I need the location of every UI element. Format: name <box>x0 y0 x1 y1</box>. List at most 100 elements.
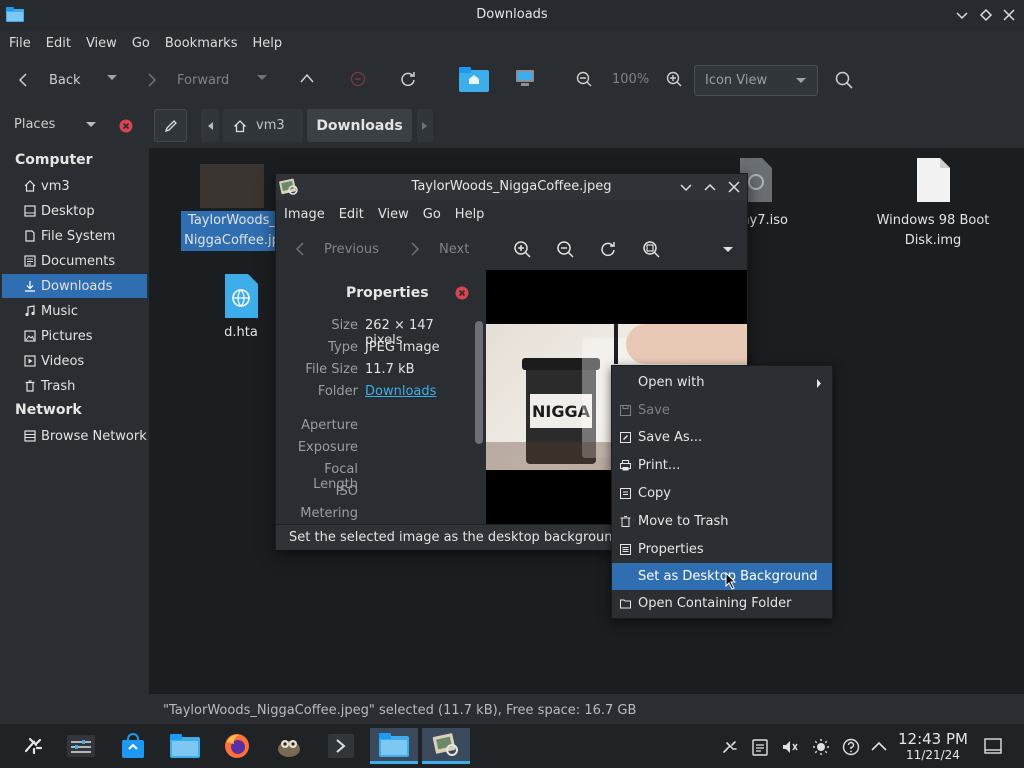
menu-item-copy[interactable]: Copy <box>612 480 832 507</box>
close-sidebar-button[interactable] <box>119 119 133 133</box>
menu-item-save[interactable]: Save <box>612 397 832 424</box>
sidebar-item-browse-network[interactable]: Browse Network <box>2 424 147 448</box>
places-label: Places <box>14 117 56 132</box>
discover-store-button[interactable] <box>112 728 154 764</box>
image-thumbnail <box>200 164 264 208</box>
places-sidebar: Computer vm3 Desktop File System Documen… <box>0 148 149 694</box>
viewer-menu-view[interactable]: View <box>378 207 409 222</box>
clock[interactable]: 12:43 PM 11/21/24 <box>896 730 970 763</box>
sidebar-item-videos[interactable]: Videos <box>2 349 147 373</box>
file-label-line: Disk.img <box>904 233 962 248</box>
app-launcher-button[interactable] <box>13 728 55 764</box>
previous-button[interactable]: Previous <box>294 241 379 257</box>
sidebar-item-pictures[interactable]: Pictures <box>2 324 147 348</box>
tray-network-icon[interactable] <box>721 738 739 756</box>
viewer-rotate-button[interactable] <box>599 240 617 258</box>
menu-item-open-containing-folder[interactable]: Open Containing Folder <box>612 590 832 617</box>
menu-view[interactable]: View <box>86 36 117 51</box>
menu-item-properties[interactable]: Properties <box>612 536 832 563</box>
forward-history-button[interactable] <box>256 74 268 82</box>
file-item-jpeg[interactable]: TaylorWoods_ NiggaCoffee.jp <box>177 164 287 251</box>
gimp-button[interactable] <box>268 728 310 764</box>
viewer-minimize-button[interactable] <box>679 180 693 194</box>
edit-path-button[interactable] <box>154 109 187 142</box>
prop-key: File Size <box>305 362 358 377</box>
zoom-out-button[interactable] <box>576 71 592 87</box>
file-manager-button[interactable] <box>164 728 206 764</box>
viewer-maximize-button[interactable] <box>703 180 717 194</box>
tray-help-icon[interactable] <box>842 738 860 756</box>
menu-item-label: Print... <box>638 458 681 473</box>
viewer-fit-button[interactable] <box>642 240 660 258</box>
next-button[interactable]: Next <box>409 241 469 257</box>
task-image-viewer-window[interactable] <box>422 728 470 764</box>
sidebar-item-documents[interactable]: Documents <box>2 249 147 273</box>
path-scroll-left[interactable] <box>201 109 219 142</box>
task-downloads-window[interactable] <box>370 728 418 764</box>
stop-button[interactable] <box>350 71 366 87</box>
close-button[interactable] <box>1002 8 1016 22</box>
places-selector[interactable]: Places <box>14 117 97 132</box>
viewer-menu-edit[interactable]: Edit <box>339 207 364 222</box>
sidebar-item-music[interactable]: Music <box>2 299 147 323</box>
sidebar-item-label: Pictures <box>41 328 93 344</box>
menu-item-open-with[interactable]: Open with <box>612 369 832 396</box>
viewer-menu-image[interactable]: Image <box>284 207 325 222</box>
prop-value-folder-link[interactable]: Downloads <box>365 384 436 399</box>
tray-brightness-icon[interactable] <box>812 738 830 756</box>
forward-button[interactable]: Forward <box>145 68 229 92</box>
viewer-more-button[interactable] <box>722 246 734 254</box>
reload-button[interactable] <box>399 70 417 88</box>
tray-volume-muted-icon[interactable] <box>781 738 799 756</box>
properties-title: Properties <box>346 285 429 301</box>
maximize-button[interactable] <box>979 8 993 22</box>
view-mode-select[interactable]: Icon View <box>694 65 818 96</box>
back-button[interactable]: Back <box>16 68 81 92</box>
file-item-img[interactable]: Windows 98 Boot Disk.img <box>873 158 993 252</box>
viewer-menu-help[interactable]: Help <box>455 207 485 222</box>
prop-key: Folder <box>317 384 358 399</box>
chevron-right-icon <box>148 73 157 87</box>
menu-edit[interactable]: Edit <box>46 36 71 51</box>
menu-item-print[interactable]: Print... <box>612 452 832 479</box>
path-scroll-right[interactable] <box>417 109 433 142</box>
viewer-close-button[interactable] <box>727 180 741 194</box>
sidebar-item-downloads[interactable]: Downloads <box>2 274 147 298</box>
system-settings-button[interactable] <box>60 728 102 764</box>
computer-button[interactable] <box>514 67 536 89</box>
sidebar-item-file-system[interactable]: File System <box>2 224 147 248</box>
tray-expand-icon[interactable] <box>870 739 888 753</box>
sidebar-item-desktop[interactable]: Desktop <box>2 199 147 223</box>
menu-go[interactable]: Go <box>132 36 150 51</box>
close-properties-button[interactable] <box>455 286 469 300</box>
menu-item-move-to-trash[interactable]: Move to Trash <box>612 508 832 535</box>
sidebar-item-trash[interactable]: Trash <box>2 374 147 398</box>
tray-clipboard-icon[interactable] <box>752 738 768 756</box>
firefox-button[interactable] <box>216 728 258 764</box>
up-button[interactable] <box>299 71 315 85</box>
menu-help[interactable]: Help <box>252 36 282 51</box>
folder-icon <box>170 734 200 758</box>
zoom-in-button[interactable] <box>666 71 682 87</box>
menu-item-set-desktop-background[interactable]: Set as Desktop Background <box>612 563 832 590</box>
viewer-zoom-in-button[interactable] <box>513 240 531 258</box>
menu-item-save-as[interactable]: Save As... <box>612 424 832 451</box>
viewer-zoom-out-button[interactable] <box>556 240 574 258</box>
arrow-left-icon <box>208 122 213 130</box>
properties-scrollbar[interactable] <box>475 321 483 444</box>
show-desktop-button[interactable] <box>984 738 1002 754</box>
home-icon <box>234 119 246 132</box>
viewer-menu-go[interactable]: Go <box>423 207 441 222</box>
menu-bookmarks[interactable]: Bookmarks <box>165 36 238 51</box>
crumb-home[interactable]: vm3 <box>223 109 303 142</box>
home-button[interactable] <box>459 66 489 92</box>
menu-item-label: Copy <box>638 486 671 501</box>
terminal-button[interactable] <box>320 728 362 764</box>
stop-icon <box>350 71 366 87</box>
minimize-button[interactable] <box>955 8 969 22</box>
back-history-button[interactable] <box>106 74 118 82</box>
sidebar-item-vm3[interactable]: vm3 <box>2 174 147 198</box>
search-button[interactable] <box>835 71 853 89</box>
crumb-current[interactable]: Downloads <box>307 109 412 142</box>
menu-file[interactable]: File <box>9 36 31 51</box>
